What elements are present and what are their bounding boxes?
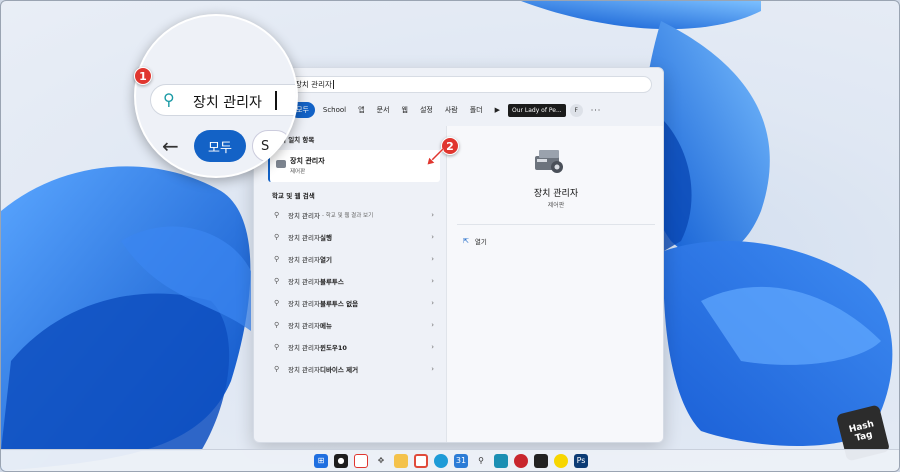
filter-documents[interactable]: 문서 [373, 102, 394, 118]
windows-icon[interactable]: ⊞ [314, 453, 328, 468]
web-result-item[interactable]: ⚲ 장치 관리자 블루투스 › [274, 274, 434, 288]
web-result-bold: 열기 [319, 256, 332, 264]
results-list: 최고의 일치 항목 장치 관리자 제어판 학교 및 웹 검색 ⚲ 장치 관리자 … [254, 126, 446, 442]
web-result-bold: 실행 [319, 234, 332, 242]
web-result-bold: 디바이스 제거 [319, 366, 359, 374]
logo-line-2: Tag [854, 429, 874, 444]
kakaotalk-icon[interactable] [554, 453, 568, 468]
search-icon: ⚲ [274, 321, 280, 329]
search-icon: ⚲ [163, 90, 175, 109]
web-result-hint: - 학교 및 웹 결과 보기 [321, 213, 374, 219]
chevron-right-icon: › [431, 299, 434, 307]
web-result-bold: 윈도우10 [319, 344, 347, 352]
chevron-right-icon: › [431, 255, 434, 263]
web-result-bold: 메뉴 [319, 322, 332, 330]
detail-title: 장치 관리자 [533, 189, 579, 199]
search-icon: ⚲ [274, 233, 280, 241]
chrome-icon[interactable] [414, 453, 428, 468]
avatar[interactable]: F [569, 103, 583, 117]
chevron-right-icon: › [431, 233, 434, 241]
web-result-text: 장치 관리자 [288, 322, 320, 330]
device-manager-large-icon [535, 150, 563, 173]
text-caret [275, 91, 277, 110]
best-match-title: 장치 관리자 [290, 157, 325, 165]
open-external-icon: ⇱ [463, 237, 469, 245]
open-action[interactable]: ⇱ 열기 [463, 236, 487, 246]
chevron-right-icon: › [431, 277, 434, 285]
filter-apps[interactable]: 앱 [354, 102, 368, 118]
move-icon[interactable]: ✥ [374, 454, 388, 468]
web-result-text: 장치 관리자 [288, 256, 320, 264]
edge-icon[interactable] [434, 453, 448, 468]
search-icon: ⚲ [274, 277, 280, 285]
web-result-item[interactable]: ⚲ 장치 관리자 - 학교 및 웹 결과 보기 › [274, 208, 434, 222]
chevron-right-icon: › [431, 343, 434, 351]
best-match-item[interactable]: 장치 관리자 제어판 [268, 150, 440, 182]
folder-icon[interactable] [394, 453, 408, 468]
search-icon: ⚲ [274, 211, 280, 219]
pointer-arrow-icon [426, 147, 445, 166]
media-icon[interactable]: ● [334, 453, 348, 468]
red-app-icon[interactable] [514, 453, 528, 468]
org-chip[interactable]: Our Lady of Pe... [508, 103, 566, 117]
search-query: 장치 관리자 [295, 80, 332, 89]
filter-bar: 모두 School 앱 문서 웹 설정 사람 폴더 ▶ Our Lady of … [290, 102, 605, 118]
filter-folders[interactable]: 폴더 [466, 102, 487, 118]
web-search-header: 학교 및 웹 검색 [272, 192, 315, 200]
web-result-item[interactable]: ⚲ 장치 관리자 열기 › [274, 252, 434, 266]
snip-icon[interactable] [354, 453, 368, 468]
chevron-right-icon: › [431, 365, 434, 373]
web-result-bold: 블루투스 없음 [319, 300, 359, 308]
zoomed-search-box: ⚲ 장치 관리자 [150, 84, 296, 116]
more-options-icon[interactable]: ··· [587, 103, 606, 118]
photoshop-icon[interactable]: Ps [574, 453, 588, 468]
chevron-right-icon: › [431, 211, 434, 219]
search-icon: ⚲ [274, 343, 280, 351]
filter-settings[interactable]: 설정 [416, 102, 437, 118]
web-result-text: 장치 관리자 [288, 234, 320, 242]
search-panel: 장치 관리자 모두 School 앱 문서 웹 설정 사람 폴더 ▶ Our L… [253, 67, 664, 443]
monitor-icon[interactable] [494, 453, 508, 468]
web-result-text: 장치 관리자 [288, 278, 320, 286]
web-result-item[interactable]: ⚲ 장치 관리자 윈도우10 › [274, 340, 434, 354]
web-result-text: 장치 관리자 [288, 300, 320, 308]
detail-subtitle: 제어판 [547, 202, 565, 209]
zoom-magnifier: ⚲ 장치 관리자 ← 모두 S [134, 14, 298, 178]
web-result-item[interactable]: ⚲ 장치 관리자 메뉴 › [274, 318, 434, 332]
search-icon: ⚲ [274, 255, 280, 263]
web-result-bold: 블루투스 [319, 278, 344, 286]
search-icon: ⚲ [274, 299, 280, 307]
web-result-item[interactable]: ⚲ 장치 관리자 디바이스 제거 › [274, 362, 434, 376]
desktop: 장치 관리자 모두 School 앱 문서 웹 설정 사람 폴더 ▶ Our L… [0, 0, 900, 472]
taskbar: ⊞ ● ✥ 31 ⚲ Ps [1, 449, 899, 471]
chevron-right-icon: › [431, 321, 434, 329]
web-result-text: 장치 관리자 [288, 366, 320, 374]
web-result-item[interactable]: ⚲ 장치 관리자 실행 › [274, 230, 434, 244]
sticky-notes-icon[interactable] [534, 453, 548, 468]
calendar-icon[interactable]: 31 [454, 453, 468, 468]
divider [457, 224, 655, 225]
step-badge-1: 1 [134, 67, 152, 85]
filter-web[interactable]: 웹 [397, 102, 411, 118]
zoomed-filter-next: S [252, 130, 292, 162]
open-label: 열기 [474, 238, 487, 246]
play-icon[interactable]: ▶ [491, 103, 504, 117]
web-result-text: 장치 관리자 [288, 212, 320, 220]
zoomed-query: 장치 관리자 [193, 95, 262, 111]
search-icon: ⚲ [274, 365, 280, 373]
back-arrow-icon: ← [162, 134, 179, 158]
search-icon[interactable]: ⚲ [474, 454, 488, 468]
best-match-subtitle: 제어판 [290, 169, 306, 175]
filter-people[interactable]: 사람 [441, 102, 462, 118]
detail-pane: 장치 관리자 제어판 ⇱ 열기 [446, 126, 663, 442]
filter-school[interactable]: School [319, 103, 350, 117]
web-result-text: 장치 관리자 [288, 344, 320, 352]
zoomed-filter-all: 모두 [194, 130, 246, 162]
search-input[interactable]: 장치 관리자 [262, 76, 652, 93]
web-result-item[interactable]: ⚲ 장치 관리자 블루투스 없음 › [274, 296, 434, 310]
text-caret [332, 80, 334, 89]
